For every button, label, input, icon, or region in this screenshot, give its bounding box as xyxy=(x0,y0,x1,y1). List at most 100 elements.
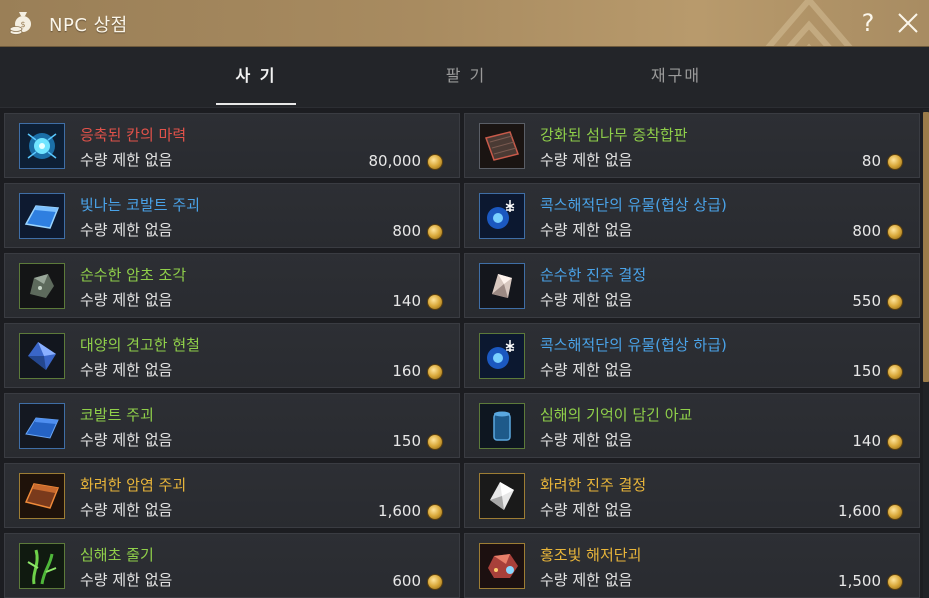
tab-buy[interactable]: 사 기 xyxy=(216,47,296,107)
item-purchase-limit: 수량 제한 없음 xyxy=(540,501,633,519)
item-name: 코발트 주괴 xyxy=(80,406,154,424)
plywood-icon xyxy=(480,124,524,168)
glue-jar-icon xyxy=(480,404,524,448)
item-name: 콕스해적단의 유물(협상 하급) xyxy=(540,336,727,354)
item-purchase-limit: 수량 제한 없음 xyxy=(80,291,173,309)
item-purchase-limit: 수량 제한 없음 xyxy=(80,361,173,379)
blue-orb-icon xyxy=(20,124,64,168)
item-purchase-limit: 수량 제한 없음 xyxy=(540,431,633,449)
item-icon-frame[interactable] xyxy=(479,543,525,589)
item-icon-frame[interactable] xyxy=(19,193,65,239)
item-icon-frame[interactable] xyxy=(19,473,65,519)
silver-coin-icon xyxy=(427,504,443,520)
cobalt-ingot-icon xyxy=(20,404,64,448)
item-name: 화려한 진주 결정 xyxy=(540,476,647,494)
item-price: 140 xyxy=(392,292,421,310)
item-purchase-limit: 수량 제한 없음 xyxy=(80,431,173,449)
window-title: NPC 상점 xyxy=(49,15,128,36)
silver-coin-icon xyxy=(887,154,903,170)
title-bar[interactable]: $ NPC 상점 ? xyxy=(0,0,929,47)
shop-item[interactable]: 응축된 칸의 마력 수량 제한 없음 80,000 xyxy=(4,113,460,178)
item-price: 150 xyxy=(852,362,881,380)
silver-coin-icon xyxy=(427,434,443,450)
shop-item[interactable]: 화려한 진주 결정수량 제한 없음 1,600 xyxy=(464,463,920,528)
item-price: 550 xyxy=(852,292,881,310)
silver-coin-icon xyxy=(887,434,903,450)
item-name: 강화된 섬나무 증착합판 xyxy=(540,126,688,144)
item-icon-frame[interactable] xyxy=(19,333,65,379)
blue-crystal-icon xyxy=(20,334,64,378)
item-price: 80 xyxy=(861,152,881,170)
item-price: 1,600 xyxy=(838,502,881,520)
shop-item[interactable]: 심해의 기억이 담긴 아교수량 제한 없음 140 xyxy=(464,393,920,458)
shop-item[interactable]: 강화된 섬나무 증착합판수량 제한 없음 80 xyxy=(464,113,920,178)
item-purchase-limit: 수량 제한 없음 xyxy=(80,221,173,239)
item-icon-frame[interactable] xyxy=(479,123,525,169)
silver-coin-icon xyxy=(427,154,443,170)
item-name: 화려한 암염 주괴 xyxy=(80,476,187,494)
tab-bar: 사 기 팔 기 재구매 xyxy=(0,47,929,108)
item-purchase-limit: 수량 제한 없음 xyxy=(540,221,633,239)
item-name: 심해의 기억이 담긴 아교 xyxy=(540,406,693,424)
silver-coin-icon xyxy=(427,224,443,240)
shop-item[interactable]: 심해초 줄기 수량 제한 없음 600 xyxy=(4,533,460,598)
item-name: 빛나는 코발트 주괴 xyxy=(80,196,200,214)
help-button[interactable]: ? xyxy=(855,9,881,37)
shop-item[interactable]: 코발트 주괴수량 제한 없음 150 xyxy=(4,393,460,458)
silver-coin-icon xyxy=(427,364,443,380)
item-icon-frame[interactable] xyxy=(479,333,525,379)
item-icon-frame[interactable] xyxy=(479,263,525,309)
silver-coin-icon xyxy=(887,224,903,240)
item-icon-frame[interactable] xyxy=(19,123,65,169)
item-price: 1,600 xyxy=(378,502,421,520)
item-price: 1,500 xyxy=(838,572,881,590)
shop-item[interactable]: 콕스해적단의 유물(협상 하급) 수량 제한 없음 150 xyxy=(464,323,920,388)
scrollbar-thumb[interactable] xyxy=(923,112,929,382)
item-price: 800 xyxy=(852,222,881,240)
close-icon[interactable] xyxy=(895,10,921,36)
money-bag-icon: $ xyxy=(9,12,31,35)
pearl-crystal-bright-icon xyxy=(480,474,524,518)
item-name: 심해초 줄기 xyxy=(80,546,154,564)
item-price: 160 xyxy=(392,362,421,380)
silver-coin-icon xyxy=(887,364,903,380)
item-name: 홍조빛 해저단괴 xyxy=(540,546,642,564)
shop-item[interactable]: 빛나는 코발트 주괴 수량 제한 없음 800 xyxy=(4,183,460,248)
item-name: 콕스해적단의 유물(협상 상급) xyxy=(540,196,727,214)
shop-item[interactable]: 홍조빛 해저단괴수량 제한 없음 1,500 xyxy=(464,533,920,598)
item-purchase-limit: 수량 제한 없음 xyxy=(540,571,633,589)
shop-item[interactable]: 대양의 견고한 현철수량 제한 없음 160 xyxy=(4,323,460,388)
silver-coin-icon xyxy=(427,294,443,310)
shop-item[interactable]: 순수한 암초 조각수량 제한 없음 140 xyxy=(4,253,460,318)
shop-item[interactable]: 화려한 암염 주괴수량 제한 없음 1,600 xyxy=(4,463,460,528)
tab-buyback[interactable]: 재구매 xyxy=(636,47,716,107)
item-purchase-limit: 수량 제한 없음 xyxy=(540,151,633,169)
item-icon-frame[interactable] xyxy=(479,403,525,449)
red-nodule-icon xyxy=(480,544,524,588)
item-icon-frame[interactable] xyxy=(479,473,525,519)
item-icon-frame[interactable] xyxy=(19,403,65,449)
reef-shard-icon xyxy=(20,264,64,308)
item-purchase-limit: 수량 제한 없음 xyxy=(80,571,173,589)
item-purchase-limit: 수량 제한 없음 xyxy=(80,501,173,519)
item-purchase-limit: 수량 제한 없음 xyxy=(540,361,633,379)
item-purchase-limit: 수량 제한 없음 xyxy=(540,291,633,309)
shop-item[interactable]: 콕스해적단의 유물(협상 상급) 수량 제한 없음 800 xyxy=(464,183,920,248)
item-price: 140 xyxy=(852,432,881,450)
item-icon-frame[interactable] xyxy=(19,543,65,589)
item-name: 순수한 암초 조각 xyxy=(80,266,187,284)
silver-coin-icon xyxy=(427,574,443,590)
silver-coin-icon xyxy=(887,294,903,310)
cobalt-ingot-glow-icon xyxy=(20,194,64,238)
item-icon-frame[interactable] xyxy=(19,263,65,309)
silver-coin-icon xyxy=(887,574,903,590)
pirate-relic-icon xyxy=(480,334,524,378)
item-price: 150 xyxy=(392,432,421,450)
item-purchase-limit: 수량 제한 없음 xyxy=(80,151,173,169)
svg-text:$: $ xyxy=(20,20,25,29)
item-icon-frame[interactable] xyxy=(479,193,525,239)
item-name: 대양의 견고한 현철 xyxy=(80,336,200,354)
tab-sell[interactable]: 팔 기 xyxy=(426,47,506,107)
item-list: 응축된 칸의 마력 수량 제한 없음 80,000 빛나는 코발트 주괴 수량 제한 없… xyxy=(0,109,929,598)
shop-item[interactable]: 순수한 진주 결정 수량 제한 없음 550 xyxy=(464,253,920,318)
